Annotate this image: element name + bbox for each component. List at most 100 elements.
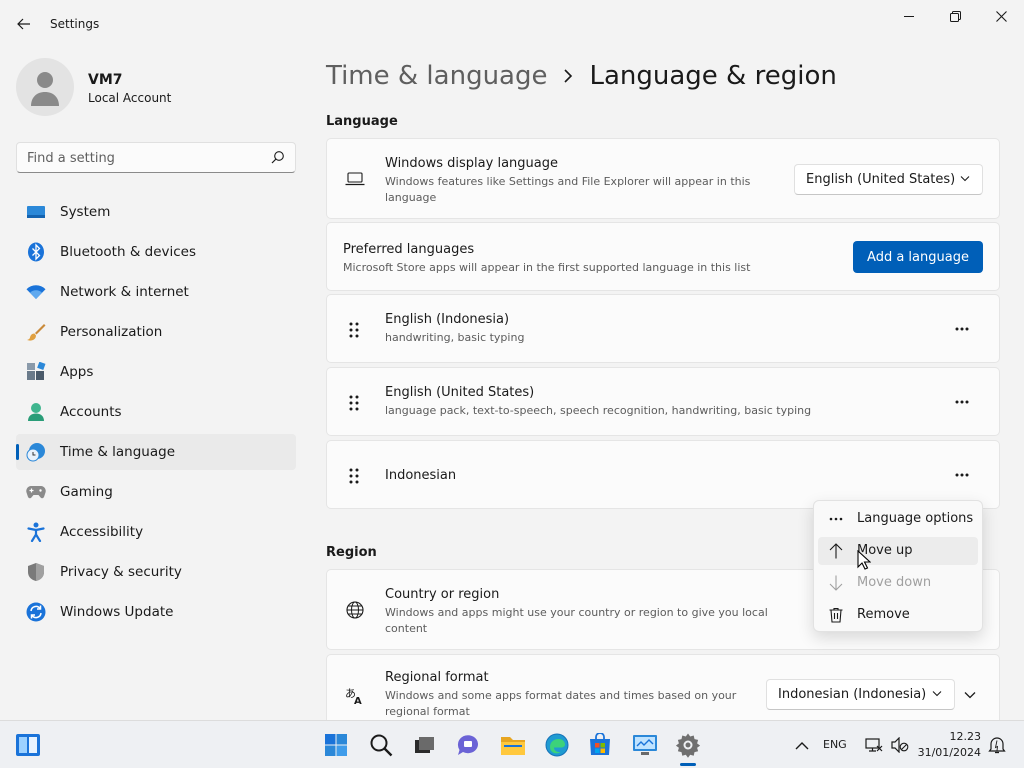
language-name: Indonesian [385, 468, 457, 483]
regional-format-desc: Windows and some apps format dates and t… [385, 689, 737, 718]
accessibility-icon [26, 522, 46, 542]
arrow-left-icon [17, 18, 30, 30]
sidebar-item-gaming[interactable]: Gaming [16, 474, 296, 510]
regional-format-icon: あA [345, 685, 365, 705]
app-title: Settings [50, 17, 100, 31]
task-view-button[interactable] [410, 731, 438, 759]
network-status-button[interactable] [860, 731, 888, 759]
arrow-up-icon [828, 543, 844, 559]
back-button[interactable] [10, 10, 38, 38]
language-name: English (United States) [385, 385, 535, 400]
region-heading: Region [326, 545, 377, 560]
regional-format-value: Indonesian (Indonesia) [778, 687, 927, 702]
page-title: Language & region [589, 61, 837, 91]
brush-icon [26, 323, 46, 341]
language-more-button[interactable] [947, 314, 977, 344]
windows-logo-icon [325, 734, 347, 756]
search-box [16, 142, 296, 173]
clock-time[interactable]: 12.23 [950, 730, 982, 743]
store-button[interactable] [586, 731, 614, 759]
language-features: handwriting, basic typing [385, 331, 525, 344]
user-profile[interactable]: VM7 Local Account [16, 58, 306, 118]
menu-item-remove[interactable]: Remove [818, 601, 978, 629]
gear-icon [675, 733, 701, 758]
start-button[interactable] [322, 731, 350, 759]
sidebar-item-accessibility[interactable]: Accessibility [16, 514, 296, 550]
search-taskbar-button[interactable] [367, 731, 395, 759]
country-region-title: Country or region [385, 587, 500, 602]
drag-handle-icon[interactable] [347, 321, 361, 339]
task-view-icon [415, 737, 434, 753]
remote-desktop-button[interactable] [631, 731, 659, 759]
chevron-down-icon [932, 691, 942, 697]
search-input[interactable] [27, 149, 267, 167]
breadcrumb-parent[interactable]: Time & language [326, 61, 547, 91]
sidebar-item-accounts[interactable]: Accounts [16, 394, 296, 430]
language-more-button[interactable] [947, 387, 977, 417]
active-app-indicator [680, 763, 696, 766]
sidebar-item-privacy[interactable]: Privacy & security [16, 554, 296, 590]
file-explorer-button[interactable] [499, 731, 527, 759]
clock-date[interactable]: 31/01/2024 [918, 746, 981, 759]
drag-handle-icon[interactable] [347, 467, 361, 485]
widgets-button[interactable] [14, 731, 42, 759]
arrow-down-icon [828, 575, 844, 591]
sidebar-item-apps[interactable]: Apps [16, 354, 296, 390]
volume-status-button[interactable] [886, 731, 914, 759]
language-more-button[interactable] [947, 460, 977, 490]
regional-format-dropdown[interactable]: Indonesian (Indonesia) [766, 679, 955, 710]
menu-item-language-options[interactable]: Language options [818, 505, 978, 533]
edge-button[interactable] [543, 731, 571, 759]
store-icon [590, 733, 610, 755]
drag-handle-icon[interactable] [347, 394, 361, 412]
breadcrumb: Time & language Language & region [326, 58, 837, 94]
language-context-menu: Language options Move up Move down Remov… [813, 500, 983, 632]
more-icon [955, 473, 969, 477]
expand-button[interactable] [955, 680, 985, 710]
bluetooth-icon [26, 242, 46, 262]
more-icon [828, 511, 844, 527]
chat-button[interactable] [454, 731, 482, 759]
language-features: language pack, text-to-speech, speech re… [385, 404, 812, 417]
taskbar: ENG 12.23 31/01/2024 [0, 720, 1024, 768]
display-language-title: Windows display language [385, 156, 558, 171]
sidebar-item-personalization[interactable]: Personalization [16, 314, 296, 350]
remote-desktop-icon [633, 735, 657, 755]
close-button[interactable] [978, 0, 1024, 32]
maximize-button[interactable] [932, 0, 978, 32]
chevron-right-icon [563, 69, 573, 83]
person-icon [31, 72, 59, 106]
close-icon [995, 10, 1007, 22]
laptop-icon [345, 169, 365, 189]
menu-item-move-down[interactable]: Move down [818, 569, 978, 597]
chevron-down-icon [960, 176, 970, 182]
sidebar-item-network[interactable]: Network & internet [16, 274, 296, 310]
preferred-languages-title: Preferred languages [343, 242, 475, 257]
edge-icon [545, 733, 569, 757]
display-language-dropdown[interactable]: English (United States) [794, 164, 983, 195]
sidebar-item-system[interactable]: System [16, 194, 296, 230]
apps-icon [26, 362, 46, 381]
user-name: VM7 [88, 72, 123, 88]
notifications-button[interactable] [983, 731, 1011, 759]
add-language-button[interactable]: Add a language [853, 241, 983, 273]
sidebar-item-bluetooth[interactable]: Bluetooth & devices [16, 234, 296, 270]
show-hidden-icons-button[interactable] [788, 731, 816, 759]
widgets-icon [16, 734, 40, 756]
shield-icon [26, 563, 46, 581]
network-icon [865, 738, 883, 752]
menu-item-move-up[interactable]: Move up [818, 537, 978, 565]
gamepad-icon [26, 483, 46, 501]
avatar [16, 58, 74, 116]
sidebar-item-windows-update[interactable]: Windows Update [16, 594, 296, 630]
sidebar-item-time-language[interactable]: Time & language [16, 434, 296, 470]
chevron-down-icon [964, 692, 976, 699]
display-language-value: English (United States) [806, 172, 956, 187]
minimize-button[interactable] [886, 0, 932, 32]
settings-taskbar-button[interactable] [674, 731, 702, 759]
search-icon [370, 734, 393, 757]
input-language-indicator[interactable]: ENG [823, 738, 847, 751]
language-row: Indonesian [326, 440, 1000, 509]
search-icon[interactable] [271, 150, 285, 164]
accounts-icon [26, 403, 46, 421]
